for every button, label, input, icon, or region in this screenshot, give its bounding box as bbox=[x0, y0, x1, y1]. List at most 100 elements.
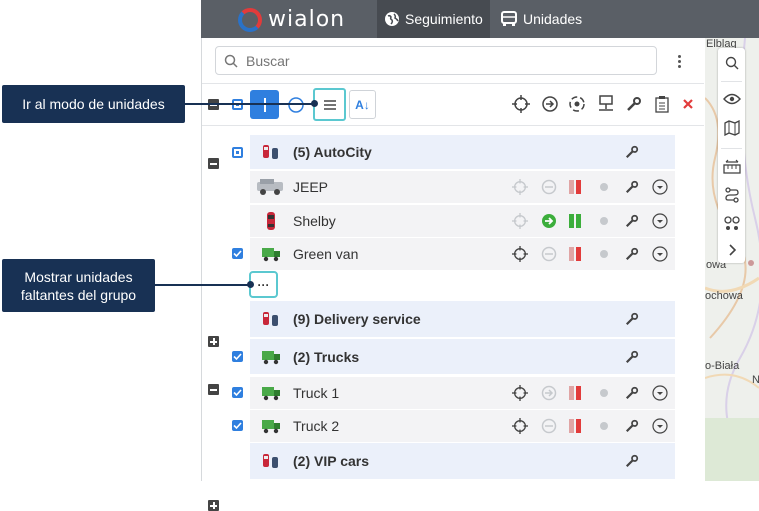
group-row-trucks[interactable]: (2) Trucks bbox=[250, 339, 675, 374]
connection-dot-icon bbox=[596, 418, 612, 434]
clipboard-icon[interactable] bbox=[652, 94, 672, 114]
unit-row-truck-1[interactable]: Truck 1 bbox=[250, 377, 675, 409]
group-label: (2) VIP cars bbox=[293, 453, 370, 469]
chevron-down-icon[interactable] bbox=[652, 246, 668, 262]
unit-checkbox[interactable] bbox=[232, 420, 243, 431]
divider bbox=[202, 83, 704, 84]
crosshair-icon[interactable] bbox=[512, 213, 528, 229]
signal-icon[interactable] bbox=[567, 94, 587, 114]
callout-line bbox=[185, 103, 315, 105]
close-icon[interactable] bbox=[678, 94, 698, 114]
geofence-icon[interactable] bbox=[722, 213, 742, 233]
unit-checkbox[interactable] bbox=[232, 387, 243, 398]
truck-green-icon bbox=[260, 416, 282, 436]
wrench-icon[interactable] bbox=[624, 94, 644, 114]
crosshair-icon[interactable] bbox=[512, 179, 528, 195]
map-search-icon[interactable] bbox=[722, 53, 742, 73]
ignition-off-icon bbox=[567, 179, 583, 195]
command-arrow-icon[interactable] bbox=[541, 385, 557, 401]
callout-units-mode: Ir al modo de unidades bbox=[2, 85, 185, 123]
ignition-off-icon bbox=[567, 246, 583, 262]
stop-icon bbox=[541, 246, 557, 262]
unit-row-green-van[interactable]: Green van bbox=[250, 238, 675, 270]
globe-icon bbox=[384, 11, 400, 27]
more-options-icon[interactable] bbox=[673, 50, 685, 72]
sort-az-icon[interactable]: A↓ bbox=[349, 90, 376, 119]
unit-row-jeep[interactable]: JEEP bbox=[250, 171, 675, 203]
connection-dot-icon bbox=[596, 246, 612, 262]
connection-dot-icon bbox=[596, 179, 612, 195]
ignition-off-icon bbox=[567, 418, 583, 434]
wrench-icon[interactable] bbox=[624, 213, 640, 229]
wrench-icon[interactable] bbox=[624, 311, 640, 327]
map-toolbar bbox=[718, 48, 745, 263]
group-checkbox[interactable] bbox=[232, 351, 243, 362]
unit-label: Truck 1 bbox=[293, 385, 340, 401]
car-red-icon bbox=[260, 309, 282, 329]
unit-label: Truck 2 bbox=[293, 418, 340, 434]
ruler-icon[interactable] bbox=[722, 157, 742, 177]
search-input[interactable] bbox=[246, 52, 626, 69]
group-label: (2) Trucks bbox=[293, 348, 360, 365]
ignition-off-icon bbox=[567, 385, 583, 401]
group-row-vip-cars[interactable]: (2) VIP cars bbox=[250, 443, 675, 479]
wrench-icon[interactable] bbox=[624, 246, 640, 262]
unit-checkbox[interactable] bbox=[232, 248, 243, 259]
unit-label: Green van bbox=[293, 246, 359, 262]
unit-label: JEEP bbox=[293, 179, 329, 195]
moving-icon bbox=[541, 213, 557, 229]
expand-group-icon[interactable] bbox=[208, 336, 219, 347]
chevron-down-icon[interactable] bbox=[652, 179, 668, 195]
list-mode-button[interactable] bbox=[313, 88, 346, 121]
ignition-on-icon bbox=[567, 213, 583, 229]
connection-dot-icon bbox=[596, 213, 612, 229]
callout-text: Ir al modo de unidades bbox=[22, 96, 165, 112]
car-red-icon bbox=[260, 451, 282, 471]
network-icon[interactable] bbox=[596, 94, 616, 114]
chevron-right-icon[interactable] bbox=[722, 240, 742, 260]
wrench-icon[interactable] bbox=[624, 385, 640, 401]
truck-green-icon bbox=[260, 347, 282, 367]
wrench-icon[interactable] bbox=[624, 179, 640, 195]
unit-row-truck-2[interactable]: Truck 2 bbox=[250, 410, 675, 442]
crosshair-icon[interactable] bbox=[512, 418, 528, 434]
jeep-icon bbox=[254, 177, 286, 197]
wrench-icon[interactable] bbox=[624, 144, 640, 160]
chevron-down-icon[interactable] bbox=[652, 418, 668, 434]
unit-row-shelby[interactable]: Shelby bbox=[250, 205, 675, 237]
wrench-icon[interactable] bbox=[624, 349, 640, 365]
callout-dot bbox=[247, 281, 254, 288]
bus-icon bbox=[500, 11, 518, 27]
search-icon bbox=[224, 54, 238, 68]
group-label: (5) AutoCity bbox=[293, 144, 372, 160]
wialon-logo[interactable]: wialon bbox=[238, 7, 345, 32]
chevron-down-icon[interactable] bbox=[652, 213, 668, 229]
truck-green-icon bbox=[260, 383, 282, 403]
tab-unidades[interactable]: Unidades bbox=[493, 0, 589, 38]
command-arrow-icon[interactable] bbox=[540, 94, 560, 114]
map-label: ochowa bbox=[705, 290, 743, 302]
car-red-icon bbox=[260, 211, 282, 231]
unit-label: Shelby bbox=[293, 213, 336, 229]
stop-icon bbox=[541, 418, 557, 434]
crosshair-icon[interactable] bbox=[511, 94, 531, 114]
group-checkbox[interactable] bbox=[232, 147, 243, 158]
map-layers-icon[interactable] bbox=[722, 118, 742, 138]
tab-unidades-label: Unidades bbox=[523, 11, 583, 27]
wrench-icon[interactable] bbox=[624, 453, 640, 469]
crosshair-icon[interactable] bbox=[512, 385, 528, 401]
collapse-group-icon[interactable] bbox=[208, 384, 219, 395]
tab-seguimiento[interactable]: Seguimiento bbox=[377, 0, 490, 38]
expand-group-icon[interactable] bbox=[208, 500, 219, 511]
search-field[interactable] bbox=[215, 46, 657, 75]
group-row-autocity[interactable]: (5) AutoCity bbox=[250, 135, 675, 169]
wrench-icon[interactable] bbox=[624, 418, 640, 434]
chevron-down-icon[interactable] bbox=[652, 385, 668, 401]
divider bbox=[202, 125, 704, 126]
map-label: N bbox=[752, 374, 759, 386]
group-row-delivery-service[interactable]: (9) Delivery service bbox=[250, 301, 675, 337]
route-icon[interactable] bbox=[722, 185, 742, 205]
eye-icon[interactable] bbox=[722, 89, 742, 109]
collapse-group-icon[interactable] bbox=[208, 158, 219, 169]
crosshair-icon[interactable] bbox=[512, 246, 528, 262]
